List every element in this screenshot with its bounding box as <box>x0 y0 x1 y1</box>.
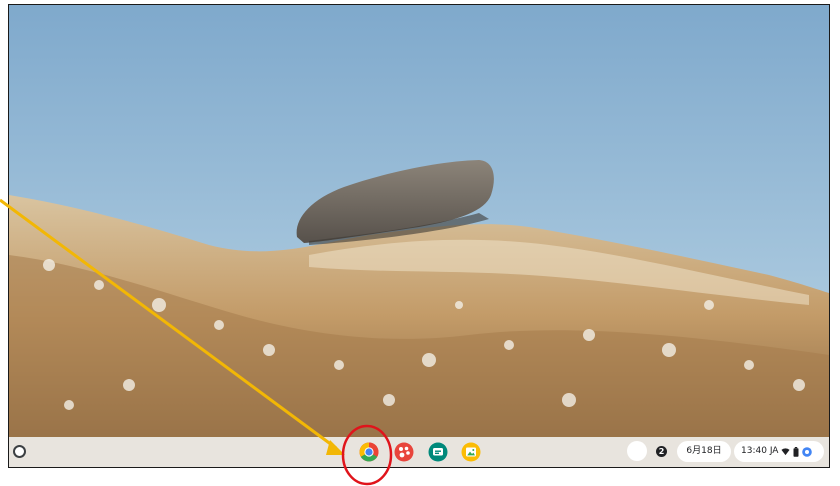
battery-icon <box>793 446 799 457</box>
desert-wallpaper <box>9 5 829 437</box>
date-pill[interactable]: 6月18日 <box>677 441 731 462</box>
clock-time: 13:40 <box>741 446 767 456</box>
ime-indicator: JA <box>769 446 779 456</box>
launcher-circle-icon[interactable] <box>13 445 26 458</box>
shelf: 2 6月18日 13:40 JA <box>9 437 829 467</box>
tray-status-circle[interactable] <box>627 441 647 461</box>
gallery-icon[interactable] <box>461 442 481 462</box>
chat-icon[interactable] <box>428 442 448 462</box>
palette-icon[interactable] <box>394 442 414 462</box>
wifi-icon <box>781 448 790 456</box>
chrome-icon[interactable] <box>359 442 379 462</box>
account-icon <box>802 446 812 457</box>
notification-count-badge[interactable]: 2 <box>656 446 667 457</box>
chromeos-screen: 2 6月18日 13:40 JA <box>8 4 830 468</box>
status-area[interactable]: 13:40 JA <box>734 441 824 462</box>
